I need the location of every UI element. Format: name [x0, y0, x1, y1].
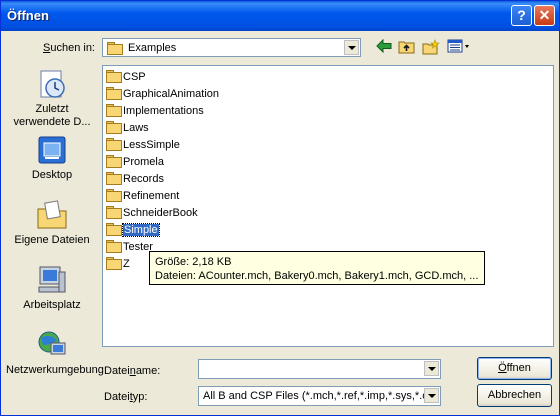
- my-documents-icon: [35, 199, 69, 231]
- cancel-button[interactable]: Abbrechen: [477, 384, 552, 407]
- back-arrow-icon[interactable]: [375, 38, 393, 57]
- folder-icon: [106, 223, 122, 236]
- place-network-label: Netzwerkumgebung: [6, 364, 104, 376]
- list-item[interactable]: CSP: [106, 69, 146, 85]
- list-item-selected[interactable]: Simple: [106, 222, 160, 238]
- filetype-label: Dateityp:: [104, 391, 148, 403]
- list-item[interactable]: LessSimple: [106, 137, 180, 153]
- tooltip-size: Größe: 2,18 KB: [155, 256, 232, 268]
- list-item[interactable]: Refinement: [106, 188, 179, 204]
- folder-icon: [106, 257, 122, 270]
- filename-dropdown-arrow[interactable]: [424, 361, 439, 376]
- recent-documents-icon: [35, 68, 69, 100]
- folder-icon: [106, 87, 122, 100]
- folder-icon: [107, 42, 123, 56]
- folder-icon: [106, 138, 122, 151]
- filename-input[interactable]: [198, 359, 441, 379]
- view-menu-icon[interactable]: [447, 39, 471, 57]
- open-button[interactable]: Öffnen: [477, 357, 552, 380]
- folder-icon: [106, 240, 122, 253]
- new-folder-icon[interactable]: [422, 39, 440, 57]
- place-mydocs-label: Eigene Dateien: [14, 234, 90, 246]
- open-dialog: Öffnen ? ✕ Suchen in: Examples Zuletzt v…: [0, 0, 560, 416]
- list-item[interactable]: Records: [106, 171, 164, 187]
- desktop-icon: [35, 134, 69, 166]
- title-bar[interactable]: Öffnen ? ✕: [1, 1, 559, 31]
- list-item[interactable]: SchneiderBook: [106, 205, 198, 221]
- filetype-dropdown-arrow[interactable]: [424, 388, 439, 403]
- folder-icon: [106, 172, 122, 185]
- place-mydocs[interactable]: Eigene Dateien: [6, 199, 98, 247]
- lookin-label: Suchen in:: [43, 42, 95, 54]
- list-item[interactable]: Z: [106, 256, 130, 272]
- place-mycomputer-label: Arbeitsplatz: [23, 299, 81, 311]
- folder-icon: [106, 155, 122, 168]
- up-folder-icon[interactable]: [398, 39, 416, 57]
- network-icon: [35, 329, 69, 361]
- place-desktop[interactable]: Desktop: [6, 134, 98, 182]
- my-computer-icon: [35, 264, 69, 296]
- tooltip-files: Dateien: ACounter.mch, Bakery0.mch, Bake…: [155, 270, 479, 282]
- filename-label: Dateiname:: [104, 365, 161, 377]
- place-network[interactable]: Netzwerkumgebung: [6, 329, 104, 377]
- lookin-combobox[interactable]: Examples: [102, 38, 361, 57]
- list-item[interactable]: Promela: [106, 154, 164, 170]
- place-desktop-label: Desktop: [31, 169, 73, 181]
- folder-icon: [106, 104, 122, 117]
- list-item[interactable]: Tester: [106, 239, 153, 255]
- folder-tooltip: Größe: 2,18 KB Dateien: ACounter.mch, Ba…: [149, 251, 485, 285]
- help-button[interactable]: ?: [511, 5, 532, 26]
- folder-icon: [106, 70, 122, 83]
- window-title: Öffnen: [7, 8, 49, 23]
- place-recent[interactable]: Zuletzt verwendete D...: [6, 68, 98, 129]
- filetype-select[interactable]: All B and CSP Files (*.mch,*.ref,*.imp,*…: [198, 386, 441, 406]
- place-recent-label: Zuletzt verwendete D...: [13, 103, 91, 128]
- file-list[interactable]: CSP GraphicalAnimation Implementations L…: [102, 65, 554, 347]
- lookin-value: Examples: [128, 42, 177, 54]
- close-button[interactable]: ✕: [534, 5, 555, 26]
- list-item[interactable]: GraphicalAnimation: [106, 86, 219, 102]
- place-mycomputer[interactable]: Arbeitsplatz: [6, 264, 98, 312]
- folder-icon: [106, 121, 122, 134]
- list-item[interactable]: Laws: [106, 120, 149, 136]
- lookin-dropdown-arrow[interactable]: [344, 40, 359, 55]
- list-item[interactable]: Implementations: [106, 103, 204, 119]
- folder-icon: [106, 189, 122, 202]
- folder-icon: [106, 206, 122, 219]
